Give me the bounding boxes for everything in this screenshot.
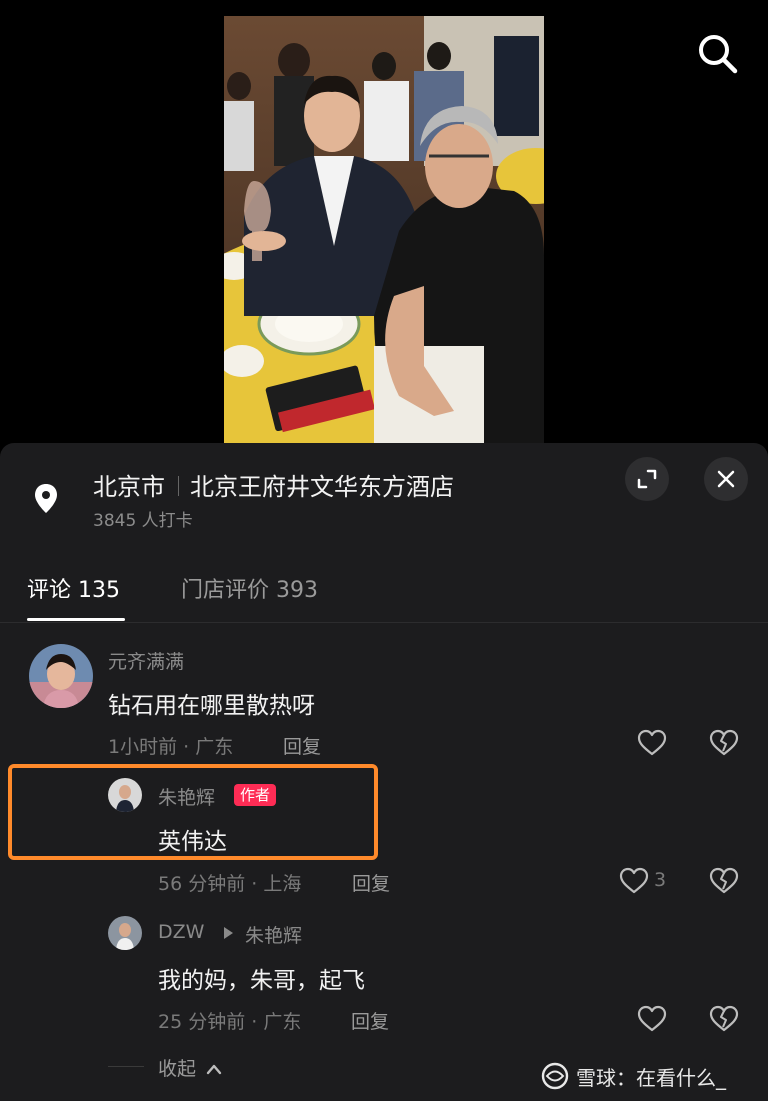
comment-time: 1小时前 · 广东	[108, 736, 234, 758]
heart-icon	[619, 867, 649, 894]
expand-button[interactable]	[625, 457, 669, 501]
checkin-count: 3845 人打卡	[93, 511, 193, 531]
video-photo	[224, 16, 544, 443]
comment-username[interactable]: 朱艳辉	[158, 783, 215, 810]
dislike-button[interactable]	[708, 1003, 740, 1035]
chevron-up-icon	[206, 1064, 222, 1075]
close-icon	[717, 470, 735, 488]
heart-icon	[637, 1005, 667, 1032]
tabs-divider	[0, 622, 768, 623]
snowball-logo-icon	[541, 1062, 569, 1090]
reply-button[interactable]: 回复	[351, 1007, 389, 1034]
watermark: 雪球：在看什么_	[540, 1060, 726, 1092]
tab-comments[interactable]: 评论 135	[27, 572, 120, 604]
avatar[interactable]	[108, 916, 142, 950]
heart-icon	[637, 729, 667, 756]
search-icon	[699, 35, 738, 74]
dislike-button[interactable]	[708, 727, 740, 759]
comment-time: 56 分钟前 · 上海	[158, 873, 302, 895]
broken-heart-icon	[709, 1005, 739, 1032]
like-count: 3	[654, 869, 667, 891]
location-hotel[interactable]: 北京王府井文华东方酒店	[190, 467, 454, 502]
collapse-replies-button[interactable]: 收起	[158, 1054, 222, 1081]
watermark-text: 雪球：在看什么_	[576, 1065, 726, 1090]
reply-to-username[interactable]: 朱艳辉	[245, 921, 302, 948]
comment-text: 我的妈，朱哥，起飞	[158, 968, 365, 994]
avatar[interactable]	[108, 778, 142, 812]
comment-username[interactable]: 元齐满满	[108, 647, 184, 674]
like-button[interactable]	[636, 1003, 668, 1035]
dislike-button[interactable]	[708, 865, 740, 897]
reply-arrow-icon	[224, 927, 233, 939]
comment-text: 英伟达	[158, 829, 227, 855]
video-frame[interactable]	[224, 16, 544, 443]
search-button[interactable]	[694, 30, 742, 78]
location-divider	[178, 476, 179, 496]
collapse-divider	[108, 1066, 144, 1067]
broken-heart-icon	[709, 867, 739, 894]
location-city[interactable]: 北京市	[93, 467, 165, 502]
tab-store-reviews[interactable]: 门店评价 393	[181, 572, 318, 604]
author-badge: 作者	[234, 784, 277, 806]
like-button[interactable]	[636, 727, 668, 759]
comment-text: 钻石用在哪里散热呀	[108, 693, 315, 719]
expand-icon	[637, 469, 657, 489]
comment-username[interactable]: DZW	[158, 921, 204, 943]
active-tab-indicator	[27, 618, 125, 621]
comment-time: 25 分钟前 · 广东	[158, 1011, 302, 1033]
broken-heart-icon	[709, 729, 739, 756]
collapse-label: 收起	[158, 1058, 197, 1080]
reply-button[interactable]: 回复	[283, 732, 321, 759]
reply-button[interactable]: 回复	[352, 869, 390, 896]
close-button[interactable]	[704, 457, 748, 501]
like-button[interactable]	[618, 865, 650, 897]
location-pin-icon	[33, 483, 59, 515]
avatar[interactable]	[29, 644, 93, 708]
